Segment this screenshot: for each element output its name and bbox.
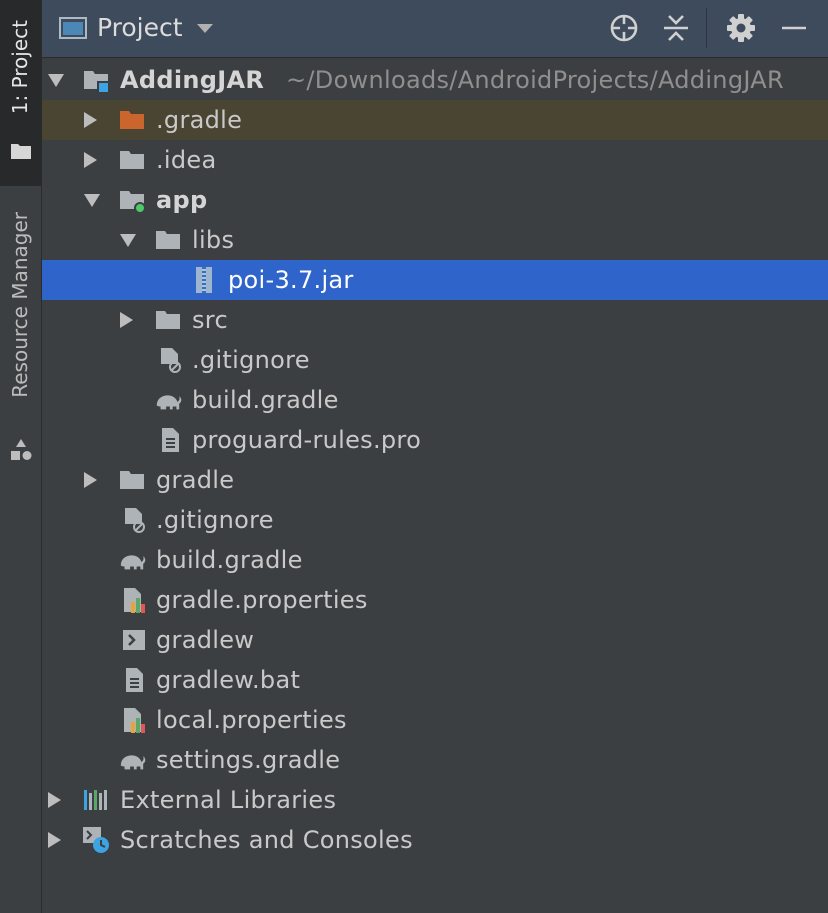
tree-item-label: app xyxy=(156,186,208,214)
folder-excluded-icon xyxy=(120,111,144,129)
tree-item-label: .gitignore xyxy=(156,506,274,534)
ignored-file-icon xyxy=(161,348,181,373)
panel-title: Project xyxy=(97,13,183,42)
tree-row-root-build-gradle[interactable]: build.gradle xyxy=(42,540,828,580)
module-folder-icon xyxy=(84,71,110,94)
tree-row-gradlew[interactable]: gradlew xyxy=(42,620,828,660)
folder-icon xyxy=(120,471,144,489)
project-view-icon xyxy=(59,16,87,39)
root-project-path: ~/Downloads/AndroidProjects/AddingJAR xyxy=(286,66,785,94)
tree-row-external-libraries[interactable]: External Libraries xyxy=(42,780,828,820)
folder-icon xyxy=(156,231,180,249)
resource-manager-tab-label: Resource Manager xyxy=(8,212,32,398)
tree-item-label: poi-3.7.jar xyxy=(228,266,354,294)
tree-row-gradle-properties[interactable]: gradle.properties xyxy=(42,580,828,620)
tree-item-label: build.gradle xyxy=(192,386,339,414)
collapse-all-icon[interactable] xyxy=(660,12,692,44)
tree-row-libs[interactable]: libs xyxy=(42,220,828,260)
expand-arrow-icon[interactable] xyxy=(48,792,61,808)
view-selector[interactable]: Project xyxy=(59,13,213,42)
properties-file-icon xyxy=(124,708,145,733)
tree-item-label: gradle.properties xyxy=(156,586,368,614)
gradle-icon xyxy=(120,555,146,570)
scratches-icon xyxy=(83,827,109,853)
expand-arrow-icon[interactable] xyxy=(84,194,100,207)
project-tree: AddingJAR ~/Downloads/AndroidProjects/Ad… xyxy=(42,58,828,913)
resources-icon xyxy=(11,439,32,460)
tree-row-app-build-gradle[interactable]: build.gradle xyxy=(42,380,828,420)
tree-item-label: .gitignore xyxy=(192,346,310,374)
text-file-icon xyxy=(162,428,179,452)
tree-item-label: proguard-rules.pro xyxy=(192,426,422,454)
tree-row-settings-gradle[interactable]: settings.gradle xyxy=(42,740,828,780)
gear-icon[interactable] xyxy=(725,12,757,44)
folder-icon xyxy=(11,144,31,159)
tree-item-label: src xyxy=(192,306,228,334)
minimize-icon[interactable] xyxy=(778,12,810,44)
tree-item-label: gradlew xyxy=(156,626,255,654)
tree-item-label: libs xyxy=(192,226,235,254)
tree-item-label: gradle xyxy=(156,466,235,494)
tree-row-gradle-folder[interactable]: gradle xyxy=(42,460,828,500)
tree-row-src[interactable]: src xyxy=(42,300,828,340)
tree-row-root[interactable]: AddingJAR ~/Downloads/AndroidProjects/Ad… xyxy=(42,60,828,100)
ignored-file-icon xyxy=(125,508,145,533)
shell-script-icon xyxy=(123,630,145,650)
expand-arrow-icon[interactable] xyxy=(48,74,64,87)
resource-manager-tool-tab[interactable]: Resource Manager xyxy=(0,200,41,470)
locate-icon[interactable] xyxy=(608,12,640,44)
tree-row-gradlew-bat[interactable]: gradlew.bat xyxy=(42,660,828,700)
tree-item-label: External Libraries xyxy=(120,786,337,814)
tree-row-app-gitignore[interactable]: .gitignore xyxy=(42,340,828,380)
tree-row-idea[interactable]: .idea xyxy=(42,140,828,180)
tree-item-label: .gradle xyxy=(156,106,243,134)
tool-window-strip: 1: Project Resource Manager xyxy=(0,0,42,913)
gradle-icon xyxy=(120,755,146,770)
tree-row-local-properties[interactable]: local.properties xyxy=(42,700,828,740)
project-tab-label: 1: Project xyxy=(8,20,32,115)
project-panel-header: Project xyxy=(42,0,828,58)
properties-file-icon xyxy=(124,588,145,613)
expand-arrow-icon[interactable] xyxy=(84,152,97,168)
tree-item-label: .idea xyxy=(156,146,217,174)
jar-icon xyxy=(196,267,212,293)
tree-row-dot-gradle[interactable]: .gradle xyxy=(42,100,828,140)
expand-arrow-icon[interactable] xyxy=(84,112,97,128)
module-folder-icon xyxy=(120,191,146,214)
project-tool-tab[interactable]: 1: Project xyxy=(0,0,41,186)
expand-arrow-icon[interactable] xyxy=(48,832,61,848)
tree-item-label: build.gradle xyxy=(156,546,303,574)
gradle-icon xyxy=(156,395,182,410)
tree-row-scratches[interactable]: Scratches and Consoles xyxy=(42,820,828,860)
root-project-name: AddingJAR xyxy=(120,66,265,94)
tree-item-label: settings.gradle xyxy=(156,746,341,774)
tree-row-proguard[interactable]: proguard-rules.pro xyxy=(42,420,828,460)
folder-icon xyxy=(156,311,180,329)
text-file-icon xyxy=(126,668,143,692)
expand-arrow-icon[interactable] xyxy=(84,472,97,488)
chevron-down-icon xyxy=(196,24,213,33)
tree-item-label: gradlew.bat xyxy=(156,666,301,694)
folder-icon xyxy=(120,151,144,169)
tree-item-label: local.properties xyxy=(156,706,347,734)
tree-row-app[interactable]: app xyxy=(42,180,828,220)
expand-arrow-icon[interactable] xyxy=(120,234,136,247)
tree-item-label: Scratches and Consoles xyxy=(120,826,413,854)
expand-arrow-icon[interactable] xyxy=(120,312,133,328)
tree-row-root-gitignore[interactable]: .gitignore xyxy=(42,500,828,540)
header-divider xyxy=(706,8,707,48)
libraries-icon xyxy=(84,790,107,810)
tree-row-poi-jar[interactable]: poi-3.7.jar xyxy=(42,260,828,300)
